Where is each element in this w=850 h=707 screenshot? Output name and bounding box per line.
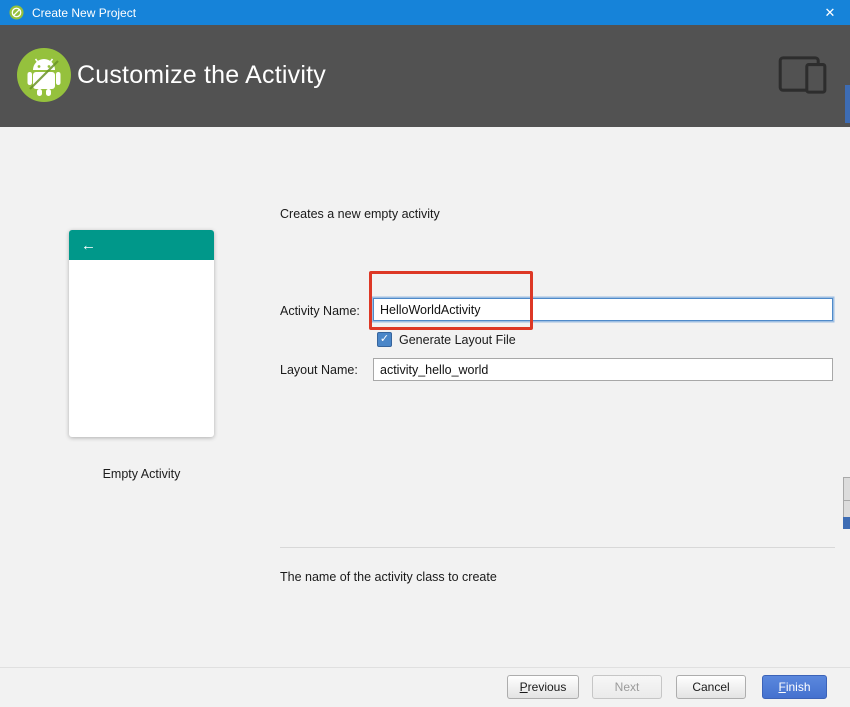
phone-tablet-icon: [778, 56, 828, 94]
field-hint: The name of the activity class to create: [280, 570, 497, 584]
window-title: Create New Project: [32, 6, 136, 20]
previous-button[interactable]: Previous: [507, 675, 579, 699]
window-edge-artifact: [843, 501, 850, 517]
footer-divider: [0, 667, 850, 668]
android-studio-logo-icon: [16, 46, 72, 104]
layout-name-label: Layout Name:: [280, 363, 358, 377]
close-icon[interactable]: ✕: [810, 0, 850, 25]
window-edge-artifact: [845, 85, 850, 123]
generate-layout-label: Generate Layout File: [399, 333, 516, 347]
wizard-header: Customize the Activity: [0, 25, 850, 127]
window-edge-artifact: [843, 477, 850, 501]
titlebar: Create New Project ✕: [0, 0, 850, 25]
page-title: Customize the Activity: [77, 61, 326, 90]
section-divider: [280, 547, 835, 548]
template-name-label: Empty Activity: [69, 467, 214, 481]
activity-name-label: Activity Name:: [280, 304, 360, 318]
finish-button[interactable]: Finish: [762, 675, 827, 699]
activity-template-preview: ←: [69, 230, 214, 437]
layout-name-input[interactable]: [373, 358, 833, 381]
template-description: Creates a new empty activity: [280, 207, 440, 221]
next-button[interactable]: Next: [592, 675, 662, 699]
preview-app-bar: ←: [69, 230, 214, 260]
window-edge-artifact: [843, 517, 850, 529]
checkbox-checked-icon[interactable]: ✓: [377, 332, 392, 347]
create-new-project-dialog: Create New Project ✕ Customize the Activ…: [0, 0, 850, 707]
generate-layout-checkbox-row[interactable]: ✓ Generate Layout File: [377, 332, 516, 347]
activity-name-input[interactable]: [373, 298, 833, 321]
back-arrow-icon: ←: [81, 237, 96, 254]
cancel-button[interactable]: Cancel: [676, 675, 746, 699]
android-studio-icon: [9, 5, 24, 20]
